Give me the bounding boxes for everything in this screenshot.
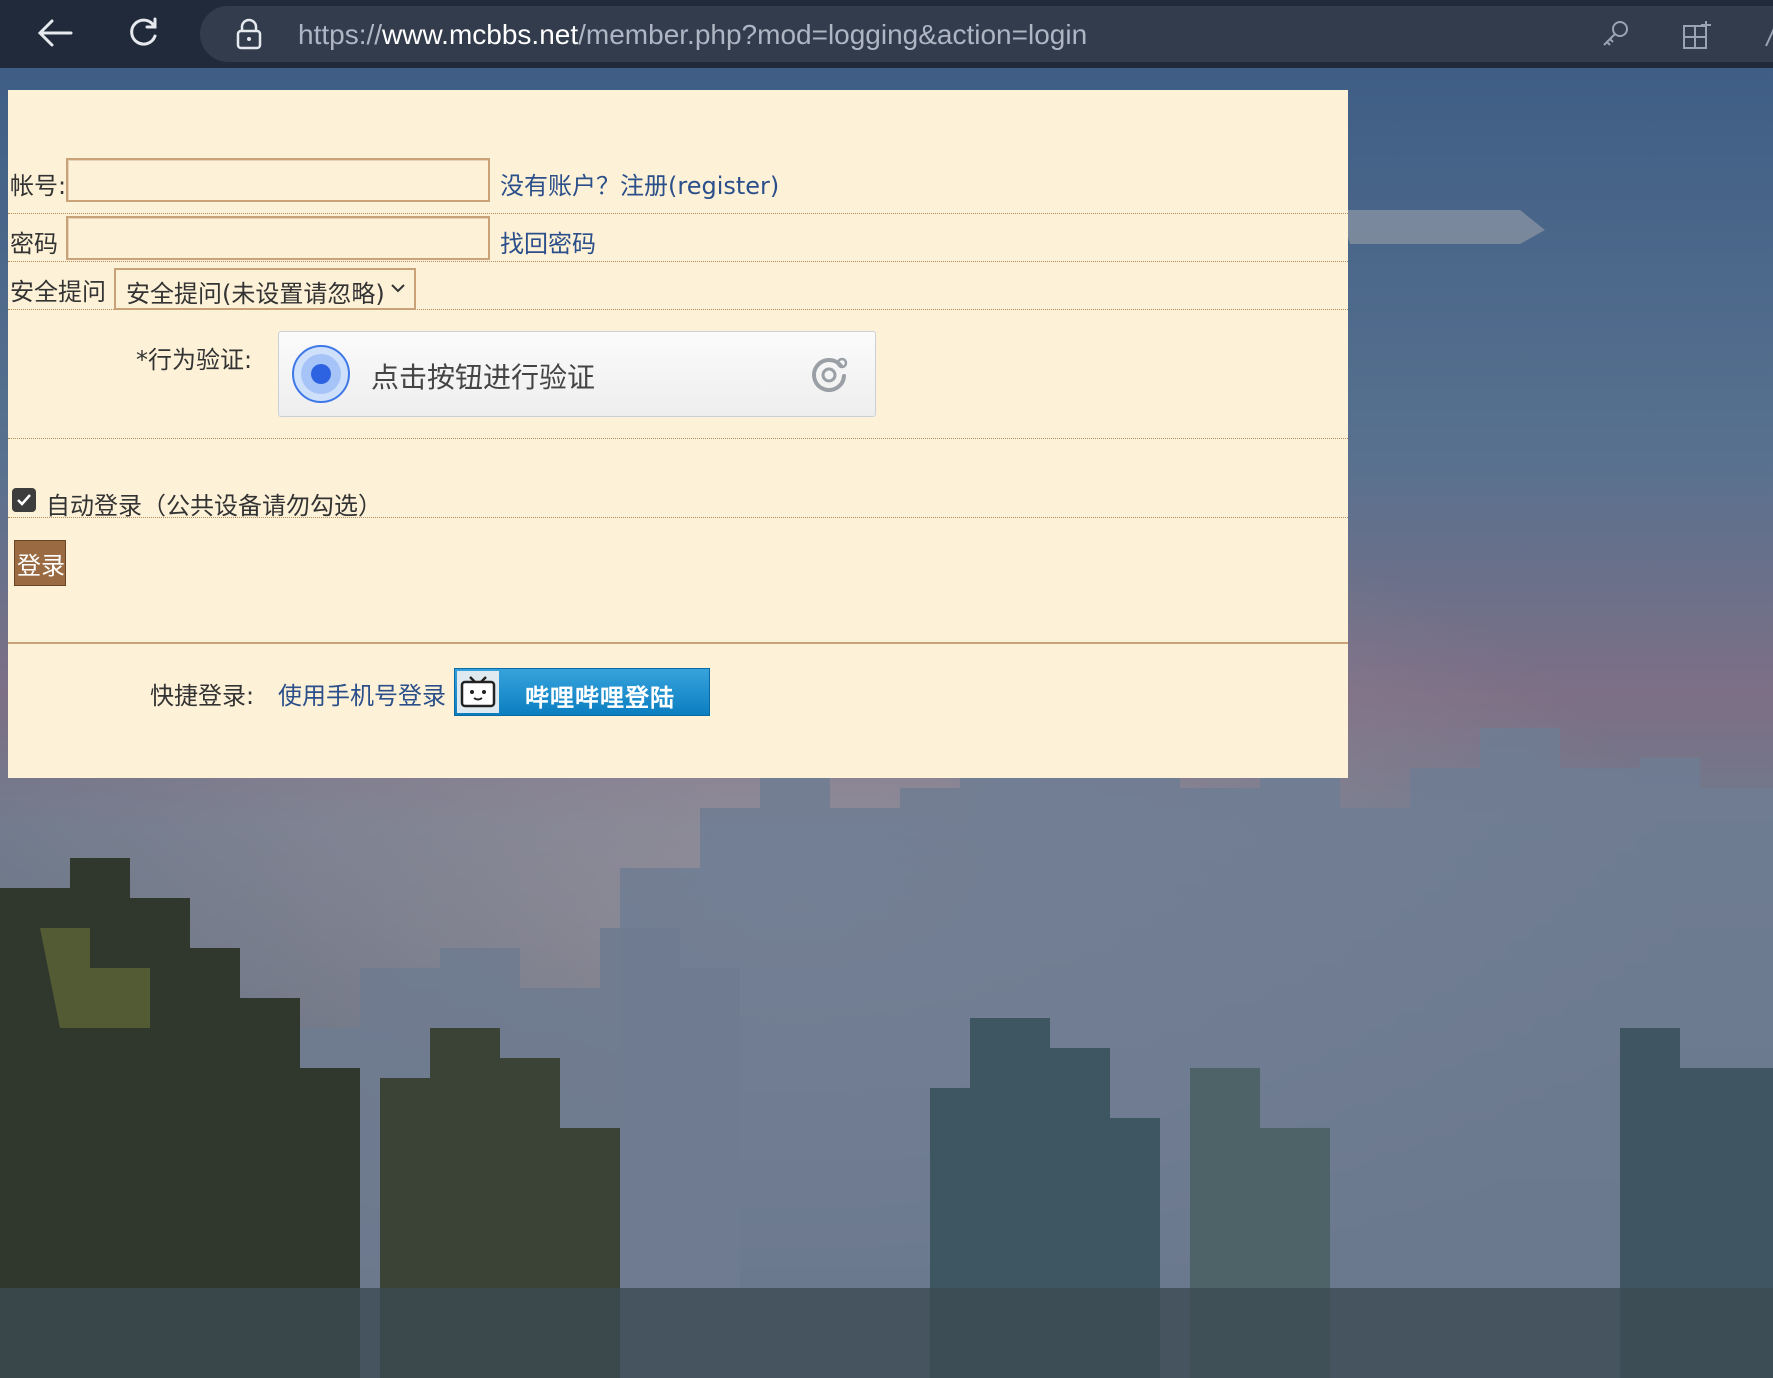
browser-toolbar: https://www.mcbbs.net/member.php?mod=log… (0, 0, 1773, 68)
quick-login-label: 快捷登录: (150, 682, 255, 710)
security-question-value: 安全提问(未设置请忽略) (126, 280, 385, 308)
login-panel: 帐号: 没有账户？注册(register) 密码 找回密码 安全提问 安全提问(… (8, 90, 1348, 778)
recover-password-link[interactable]: 找回密码 (500, 224, 596, 259)
address-bar[interactable]: https://www.mcbbs.net/member.php?mod=log… (200, 6, 1773, 62)
url-path: /member.php?mod=logging&action=login (578, 19, 1088, 50)
chevron-down-icon (391, 284, 405, 293)
back-arrow-icon[interactable] (32, 10, 78, 56)
login-button[interactable]: 登录 (14, 540, 66, 586)
captcha-dot-icon (292, 345, 350, 403)
username-row: 帐号: 没有账户？注册(register) (8, 146, 1348, 214)
url-scheme: https:// (298, 19, 383, 50)
username-label: 帐号: (10, 172, 67, 200)
password-row: 密码 找回密码 (8, 214, 1348, 262)
verify-label: *行为验证: (136, 346, 253, 374)
key-icon[interactable] (1600, 18, 1632, 50)
password-label: 密码 (10, 230, 58, 258)
checkmark-icon (17, 494, 31, 506)
bilibili-login-label: 哔哩哔哩登陆 (525, 684, 675, 712)
password-input[interactable] (66, 216, 490, 260)
security-question-select[interactable]: 安全提问(未设置请忽略) (114, 268, 416, 310)
auto-login-checkbox[interactable] (12, 488, 36, 512)
captcha-verify-button[interactable]: 点击按钮进行验证 (278, 331, 876, 417)
security-question-row: 安全提问 安全提问(未设置请忽略) (8, 262, 1348, 310)
bilibili-tv-icon (457, 671, 499, 713)
username-input[interactable] (66, 158, 490, 202)
reload-icon[interactable] (120, 10, 166, 56)
captcha-label: 点击按钮进行验证 (371, 361, 596, 394)
bilibili-login-button[interactable]: 哔哩哔哩登陆 (454, 668, 710, 716)
phone-login-link[interactable]: 使用手机号登录 (278, 676, 446, 711)
lock-icon[interactable] (234, 18, 264, 50)
security-question-label: 安全提问 (10, 278, 106, 306)
url-text: https://www.mcbbs.net/member.php?mod=log… (298, 19, 1087, 51)
auto-login-label[interactable]: 自动登录（公共设备请勿勾选） (46, 486, 382, 521)
quick-login-divider (8, 642, 1348, 644)
captcha-logo-icon (812, 357, 848, 393)
read-aloud-icon[interactable] (1760, 16, 1773, 52)
register-link[interactable]: 没有账户？注册(register) (500, 166, 779, 201)
url-host: www.mcbbs.net (382, 19, 579, 50)
split-screen-icon[interactable] (1682, 18, 1712, 50)
